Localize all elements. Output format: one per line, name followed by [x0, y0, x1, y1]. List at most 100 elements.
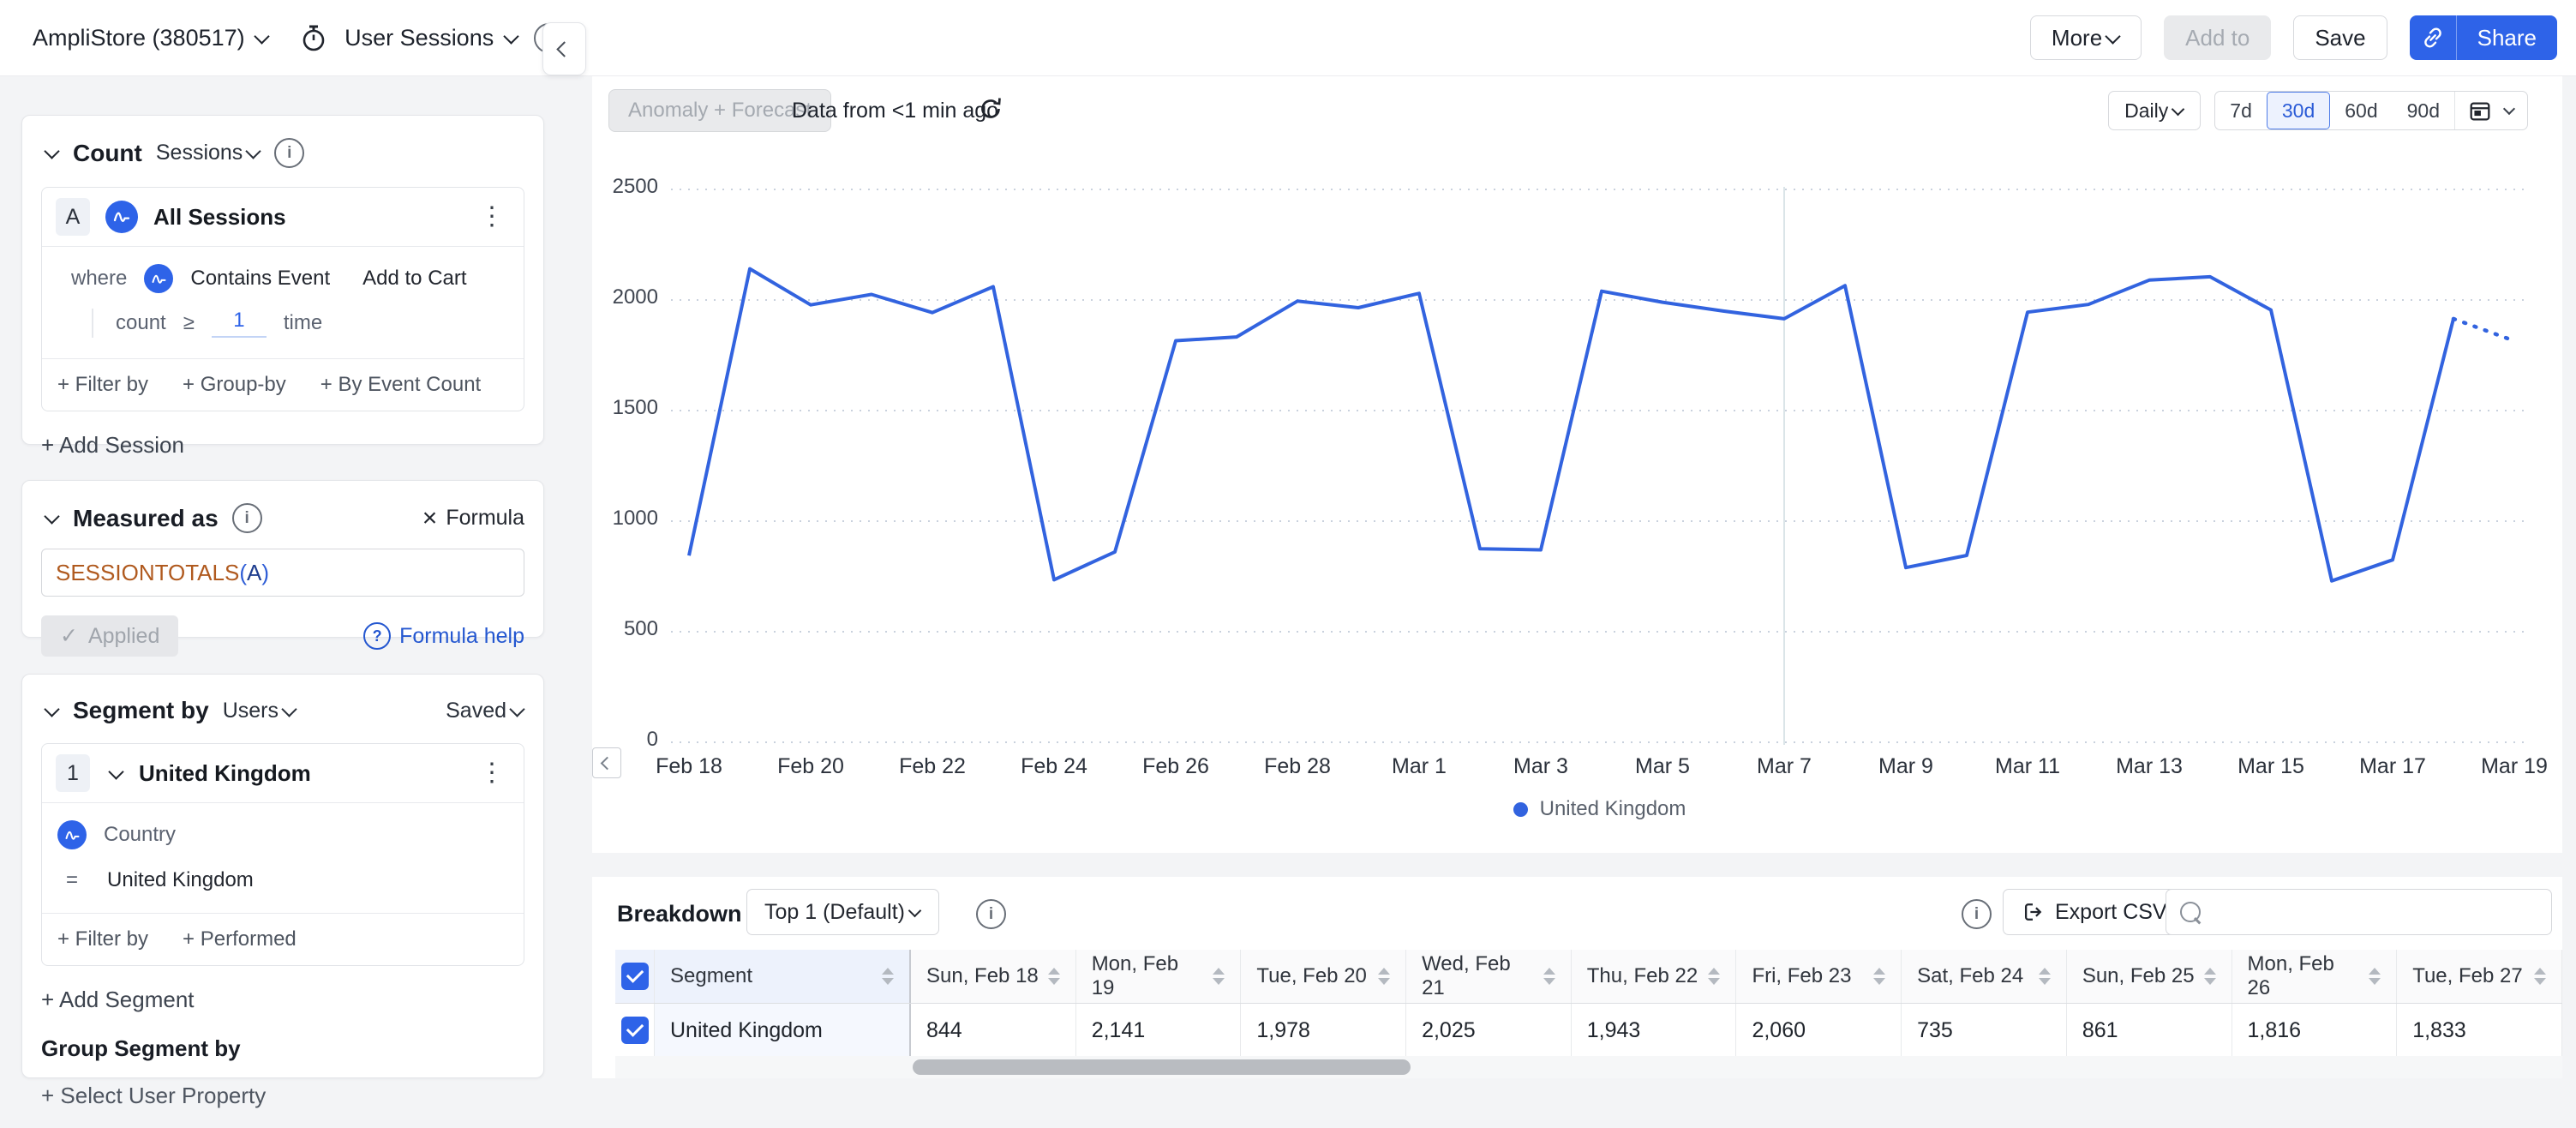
- segment-action-link[interactable]: + Performed: [183, 927, 297, 951]
- count-value-input[interactable]: 1: [211, 309, 267, 338]
- refresh-icon[interactable]: [976, 94, 1005, 123]
- date-header-label: Sun, Feb 25: [2082, 964, 2195, 987]
- chart-pan-left-button[interactable]: [592, 747, 621, 778]
- segment-by-card: Segment by Users Saved 1 United Kingdom …: [21, 674, 544, 1108]
- count-card: Count Sessions i A All Sessions ⋮ where: [21, 115, 544, 458]
- sort-icon[interactable]: [2533, 968, 2546, 985]
- date-column-header[interactable]: Thu, Feb 22: [1571, 950, 1737, 1003]
- count-info-icon[interactable]: i: [274, 138, 305, 168]
- session-action-link[interactable]: + Filter by: [57, 373, 148, 397]
- saved-selector[interactable]: Saved: [446, 699, 525, 723]
- date-column-header[interactable]: Fri, Feb 23: [1736, 950, 1902, 1003]
- range-30d[interactable]: 30d: [2266, 92, 2331, 129]
- formula-toggle[interactable]: × Formula: [422, 505, 524, 531]
- sort-icon[interactable]: [1047, 968, 1060, 985]
- project-selector[interactable]: AmpliStore (380517): [33, 24, 270, 51]
- chart-legend: United Kingdom: [671, 797, 2528, 821]
- formula-arg: A: [247, 559, 262, 585]
- formula-help-link[interactable]: ? Formula help: [363, 622, 524, 650]
- sort-icon[interactable]: [1873, 968, 1886, 985]
- date-column-header[interactable]: Sun, Feb 25: [2066, 950, 2232, 1003]
- segment-comparator[interactable]: =: [66, 868, 78, 892]
- sort-icon[interactable]: [882, 968, 894, 985]
- segment-type-selector[interactable]: Users: [223, 699, 297, 723]
- row-checkbox[interactable]: [620, 963, 649, 990]
- date-header-label: Sun, Feb 18: [926, 964, 1039, 987]
- sort-icon[interactable]: [1378, 968, 1391, 985]
- link-icon: [2419, 24, 2447, 51]
- chart-title-selector[interactable]: User Sessions: [344, 24, 519, 51]
- comparator[interactable]: ≥: [183, 311, 195, 335]
- section-collapse-icon[interactable]: [44, 143, 60, 159]
- date-column-header[interactable]: Wed, Feb 21: [1406, 950, 1572, 1003]
- measured-as-title: Measured as: [73, 504, 219, 531]
- date-column-header[interactable]: Mon, Feb 26: [2232, 950, 2398, 1003]
- chevron-down-icon: [281, 700, 297, 717]
- session-action-link[interactable]: + By Event Count: [321, 373, 481, 397]
- table-search-input[interactable]: [2211, 898, 2537, 926]
- kebab-menu-icon[interactable]: ⋮: [474, 204, 510, 230]
- table-info-icon[interactable]: i: [1962, 899, 1992, 929]
- chevron-down-icon: [2105, 27, 2121, 45]
- date-range-group: 7d 30d 60d 90d: [2214, 91, 2528, 130]
- copy-link-button[interactable]: [2409, 15, 2456, 60]
- segment-value[interactable]: United Kingdom: [107, 868, 254, 892]
- add-session-link[interactable]: + Add Session: [41, 432, 524, 459]
- more-button[interactable]: More: [2029, 15, 2142, 60]
- formula-help-label: Formula help: [399, 623, 524, 648]
- formula-paren: (: [239, 559, 247, 585]
- sort-icon[interactable]: [2203, 968, 2216, 985]
- segment-column-header[interactable]: Segment: [655, 950, 911, 1003]
- measured-info-icon[interactable]: i: [231, 503, 262, 533]
- save-button[interactable]: Save: [2293, 15, 2387, 60]
- chevron-down-icon[interactable]: [108, 763, 124, 780]
- calendar-range-button[interactable]: [2455, 92, 2527, 129]
- count-type-selector[interactable]: Sessions: [156, 141, 262, 165]
- sort-icon[interactable]: [1543, 968, 1555, 985]
- range-7d[interactable]: 7d: [2215, 92, 2267, 129]
- date-column-header[interactable]: Mon, Feb 19: [1075, 950, 1242, 1003]
- y-tick-label: 500: [623, 617, 658, 640]
- range-90d[interactable]: 90d: [2393, 92, 2454, 129]
- session-action-link[interactable]: + Group-by: [183, 373, 286, 397]
- add-to-button[interactable]: Add to: [2164, 15, 2272, 60]
- applied-button[interactable]: ✓ Applied: [41, 615, 179, 657]
- formula-input[interactable]: SESSIONTOTALS(A): [41, 549, 524, 597]
- count-section-title: Count: [73, 139, 142, 166]
- date-column-header[interactable]: Sun, Feb 18: [911, 950, 1076, 1003]
- share-button[interactable]: Share: [2455, 15, 2557, 60]
- segment-name-cell[interactable]: United Kingdom: [655, 1004, 911, 1057]
- sort-icon[interactable]: [1213, 968, 1225, 985]
- section-collapse-icon[interactable]: [44, 508, 60, 525]
- select-user-property-link[interactable]: + Select User Property: [41, 1083, 524, 1109]
- date-column-header[interactable]: Tue, Feb 20: [1241, 950, 1407, 1003]
- date-column-header[interactable]: Sat, Feb 24: [1902, 950, 2067, 1003]
- session-name: All Sessions: [153, 203, 286, 230]
- add-segment-link[interactable]: + Add Segment: [41, 987, 524, 1013]
- chart-title: User Sessions: [344, 24, 494, 51]
- breakdown-selector[interactable]: Top 1 (Default): [746, 889, 939, 935]
- row-checkbox[interactable]: [620, 1017, 649, 1044]
- chart-plot[interactable]: [671, 187, 2528, 745]
- table-scrollbar[interactable]: [615, 1056, 2562, 1078]
- date-column-header[interactable]: Tue, Feb 27: [2397, 950, 2562, 1003]
- sort-icon[interactable]: [2369, 968, 2381, 985]
- section-collapse-icon[interactable]: [44, 700, 60, 717]
- range-60d[interactable]: 60d: [2330, 92, 2392, 129]
- chevron-left-icon: [556, 40, 572, 57]
- anomaly-forecast-label: Anomaly + Forecast: [628, 99, 812, 122]
- sidebar-collapse-button[interactable]: [542, 22, 586, 75]
- legend-label[interactable]: United Kingdom: [1540, 797, 1686, 821]
- sort-icon[interactable]: [2038, 968, 2051, 985]
- granularity-selector[interactable]: Daily: [2108, 91, 2202, 130]
- export-csv-button[interactable]: Export CSV: [2003, 889, 2185, 935]
- segment-property[interactable]: Country: [104, 823, 176, 847]
- breakdown-info-icon[interactable]: i: [976, 899, 1006, 929]
- kebab-menu-icon[interactable]: ⋮: [474, 760, 510, 786]
- where-operator[interactable]: Contains Event: [190, 267, 330, 291]
- project-name: AmpliStore (380517): [33, 24, 245, 51]
- where-event[interactable]: Add to Cart: [362, 267, 466, 291]
- segment-action-link[interactable]: + Filter by: [57, 927, 148, 951]
- scrollbar-thumb[interactable]: [913, 1059, 1411, 1075]
- sort-icon[interactable]: [1708, 968, 1721, 985]
